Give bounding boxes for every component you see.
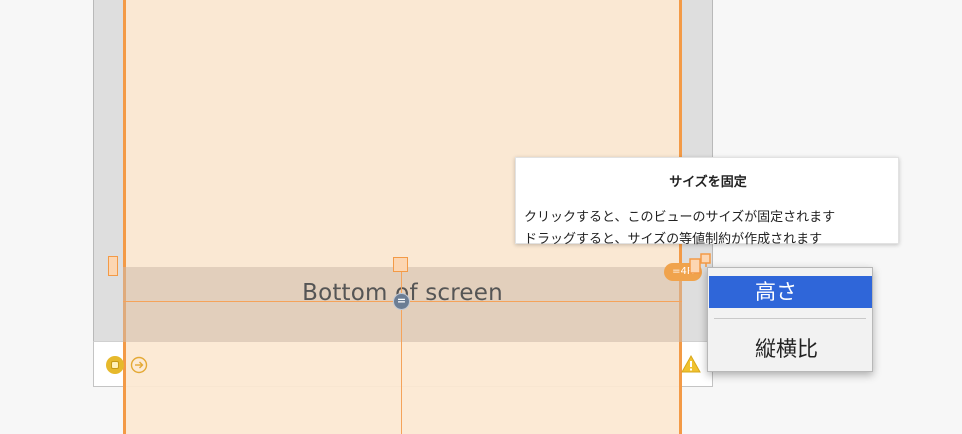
warning-icon[interactable] [681,355,701,373]
tooltip-line-click: クリックすると、このビューのサイズが固定されます [524,210,836,225]
top-resize-handle[interactable] [393,257,408,272]
tooltip-line-drag: ドラッグすると、サイズの等値制約が作成されます [524,232,823,247]
exit-icon[interactable] [130,356,148,374]
menu-separator [714,318,866,319]
center-constraint-badge[interactable]: = [393,293,410,310]
menu-item-height[interactable]: 高さ [709,276,872,308]
menu-item-aspect-ratio[interactable]: 縦横比 [709,333,872,365]
left-resize-handle[interactable] [108,256,118,276]
tooltip-title: サイズを固定 [669,175,747,190]
view-controller-icon[interactable] [106,356,124,374]
pin-size-tooltip: サイズを固定 クリックすると、このビューのサイズが固定されます ドラッグすると、… [515,157,899,247]
constraint-menu: 高さ 縦横比 [707,267,873,372]
